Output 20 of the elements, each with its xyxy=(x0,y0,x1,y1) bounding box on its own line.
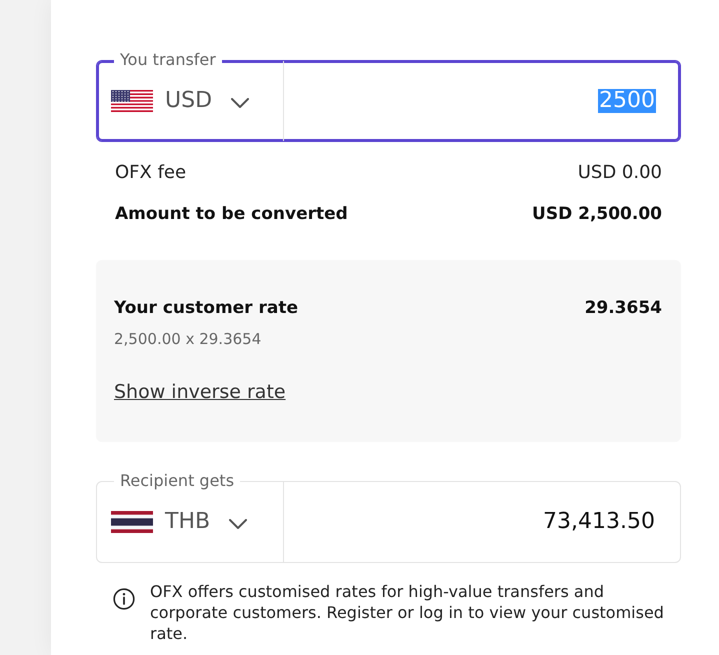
field-legend: Recipient gets xyxy=(114,471,240,491)
currency-dropdown[interactable]: USD xyxy=(111,88,250,114)
notice-text: OFX offers customised rates for high-value transfers and corporate customers. Register or log in to view your customised rate. xyxy=(150,581,665,644)
amount-value: 73,413.50 xyxy=(542,510,656,534)
summary-value: USD 2,500.00 xyxy=(532,204,662,224)
summary-value: USD 0.00 xyxy=(578,162,662,182)
info-icon xyxy=(113,588,135,610)
summary-label: Amount to be converted xyxy=(115,204,348,224)
rate-formula: 2,500.00 x 29.3654 xyxy=(114,330,262,348)
inverse-rate-link[interactable]: Show inverse rate xyxy=(114,381,286,403)
currency-dropdown[interactable]: THB xyxy=(111,509,248,535)
rate-label: Your customer rate xyxy=(114,297,298,320)
thai-flag-icon xyxy=(111,511,153,533)
us-flag-icon xyxy=(111,90,153,112)
chevron-icon xyxy=(229,519,248,529)
amount-value: 2500 xyxy=(598,89,656,113)
summary-label: OFX fee xyxy=(115,162,186,182)
rate-value: 29.3654 xyxy=(584,297,662,320)
chevron-icon xyxy=(231,98,250,108)
amount-input[interactable]: 73,413.50 xyxy=(284,482,680,562)
